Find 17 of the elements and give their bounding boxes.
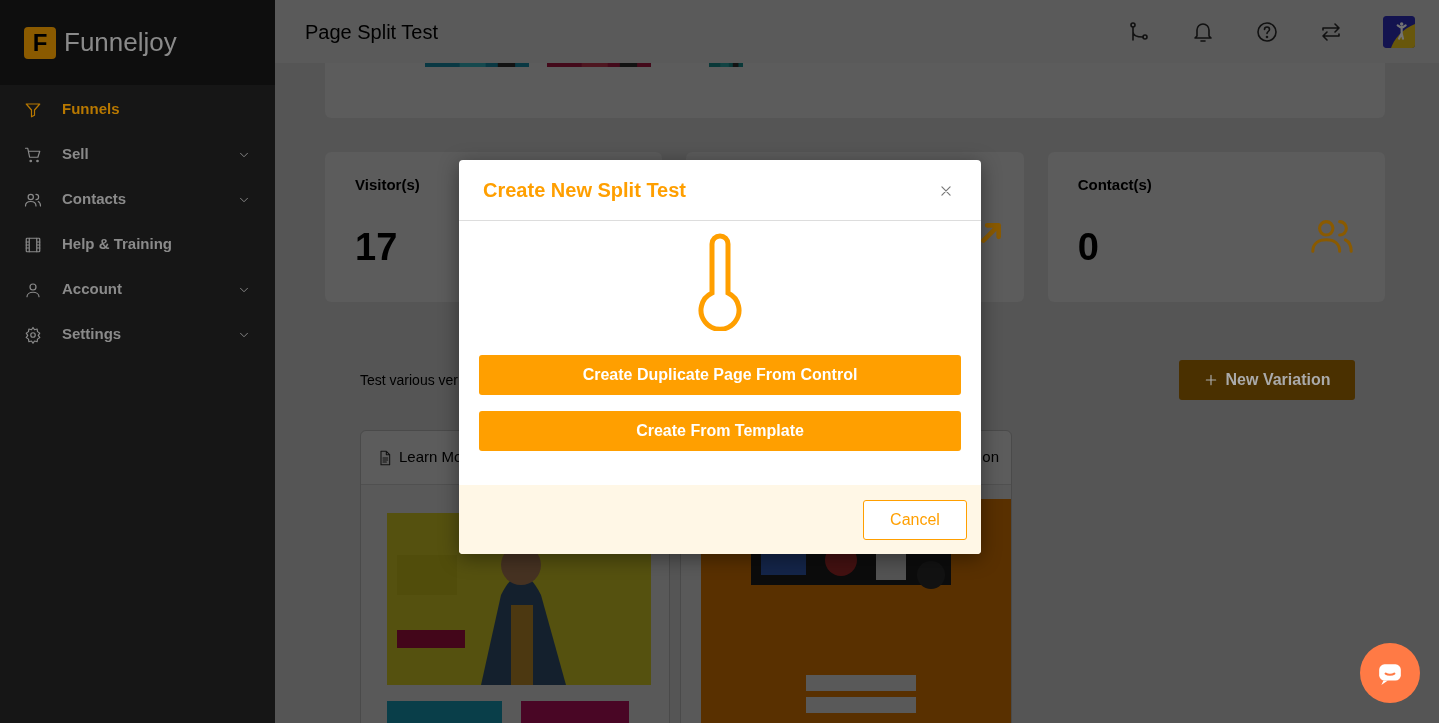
sidebar-item[interactable]: Contacts [0, 177, 275, 222]
new-variation-button[interactable]: New Variation [1179, 360, 1355, 400]
dialog-title: Create New Split Test [483, 178, 687, 202]
stat-label: Visitor(s) [355, 175, 420, 195]
sidebar-item[interactable]: Sell [0, 132, 275, 177]
app-name: Funneljoy [64, 26, 177, 59]
sidebar-item[interactable]: Funnels [0, 87, 275, 132]
card-title: on [982, 447, 999, 468]
stat-value: 17 [355, 224, 398, 270]
logo-mark: F [24, 26, 56, 59]
sidebar-item[interactable]: Help & Training [0, 222, 275, 267]
description-text: Test various ver [360, 370, 459, 390]
sidebar-item[interactable]: Account [0, 267, 275, 312]
page-title: Page Split Test [305, 19, 439, 44]
stat-label: Contact(s) [1077, 175, 1152, 195]
stat-value: 0 [1077, 224, 1099, 270]
sidebar-item[interactable]: Settings [0, 312, 275, 357]
